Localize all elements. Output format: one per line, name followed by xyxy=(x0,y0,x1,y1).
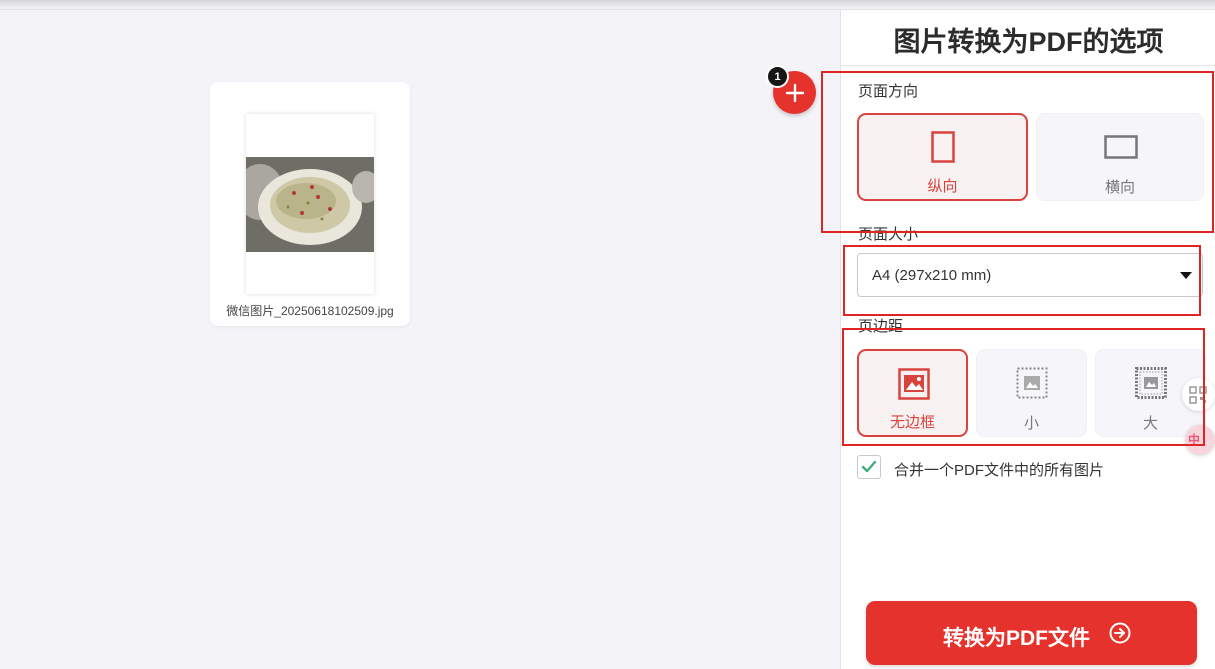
merge-checkbox-label: 合并一个PDF文件中的所有图片 xyxy=(894,462,1105,479)
portrait-page-icon xyxy=(931,131,955,163)
page-size-select[interactable]: A4 (297x210 mm) xyxy=(857,253,1203,297)
convert-to-pdf-button[interactable]: 转换为PDF文件 xyxy=(866,601,1197,665)
page-size-label: 页面大小 xyxy=(858,226,919,243)
orientation-landscape-label: 横向 xyxy=(1104,179,1135,196)
panel-divider xyxy=(841,65,1215,66)
language-label: 中 xyxy=(1188,433,1201,447)
merge-checkbox[interactable] xyxy=(857,455,881,479)
orientation-portrait-option[interactable]: 纵向 xyxy=(857,113,1028,201)
landscape-page-icon xyxy=(1104,135,1138,159)
top-bar-shadow xyxy=(0,0,1215,10)
image-large-margin-icon xyxy=(1135,367,1167,399)
margin-small-option[interactable]: 小 xyxy=(976,349,1087,437)
checkmark-icon xyxy=(861,460,877,473)
convert-button-label: 转换为PDF文件 xyxy=(943,627,1090,650)
dropdown-caret-icon xyxy=(1180,272,1192,279)
arrow-right-circle-icon xyxy=(1109,622,1131,644)
file-count-badge: 1 xyxy=(766,65,789,88)
options-panel: 图片转换为PDF的选项 页面方向 纵向 横向 页面大小 A4 (297x210 … xyxy=(840,10,1215,669)
panel-title: 图片转换为PDF的选项 xyxy=(893,27,1164,57)
file-card[interactable]: 微信图片_20250618102509.jpg xyxy=(210,82,410,326)
margin-none-option[interactable]: 无边框 xyxy=(857,349,968,437)
image-thumbnail xyxy=(246,157,374,252)
margin-none-label: 无边框 xyxy=(889,414,935,431)
orientation-label: 页面方向 xyxy=(858,83,919,100)
orientation-portrait-label: 纵向 xyxy=(927,178,958,195)
orientation-landscape-option[interactable]: 横向 xyxy=(1036,113,1204,201)
image-no-margin-icon xyxy=(898,368,930,400)
image-small-margin-icon xyxy=(1016,367,1048,399)
file-name: 微信图片_20250618102509.jpg xyxy=(226,304,394,318)
margin-small-label: 小 xyxy=(1023,415,1039,432)
margin-label: 页边距 xyxy=(858,318,904,335)
qr-widget[interactable] xyxy=(1182,378,1215,411)
qr-code-icon xyxy=(1189,386,1207,404)
plus-icon xyxy=(785,83,804,102)
language-widget[interactable]: 中 xyxy=(1185,425,1215,455)
page-size-value: A4 (297x210 mm) xyxy=(872,267,992,284)
file-page-preview xyxy=(246,114,374,294)
